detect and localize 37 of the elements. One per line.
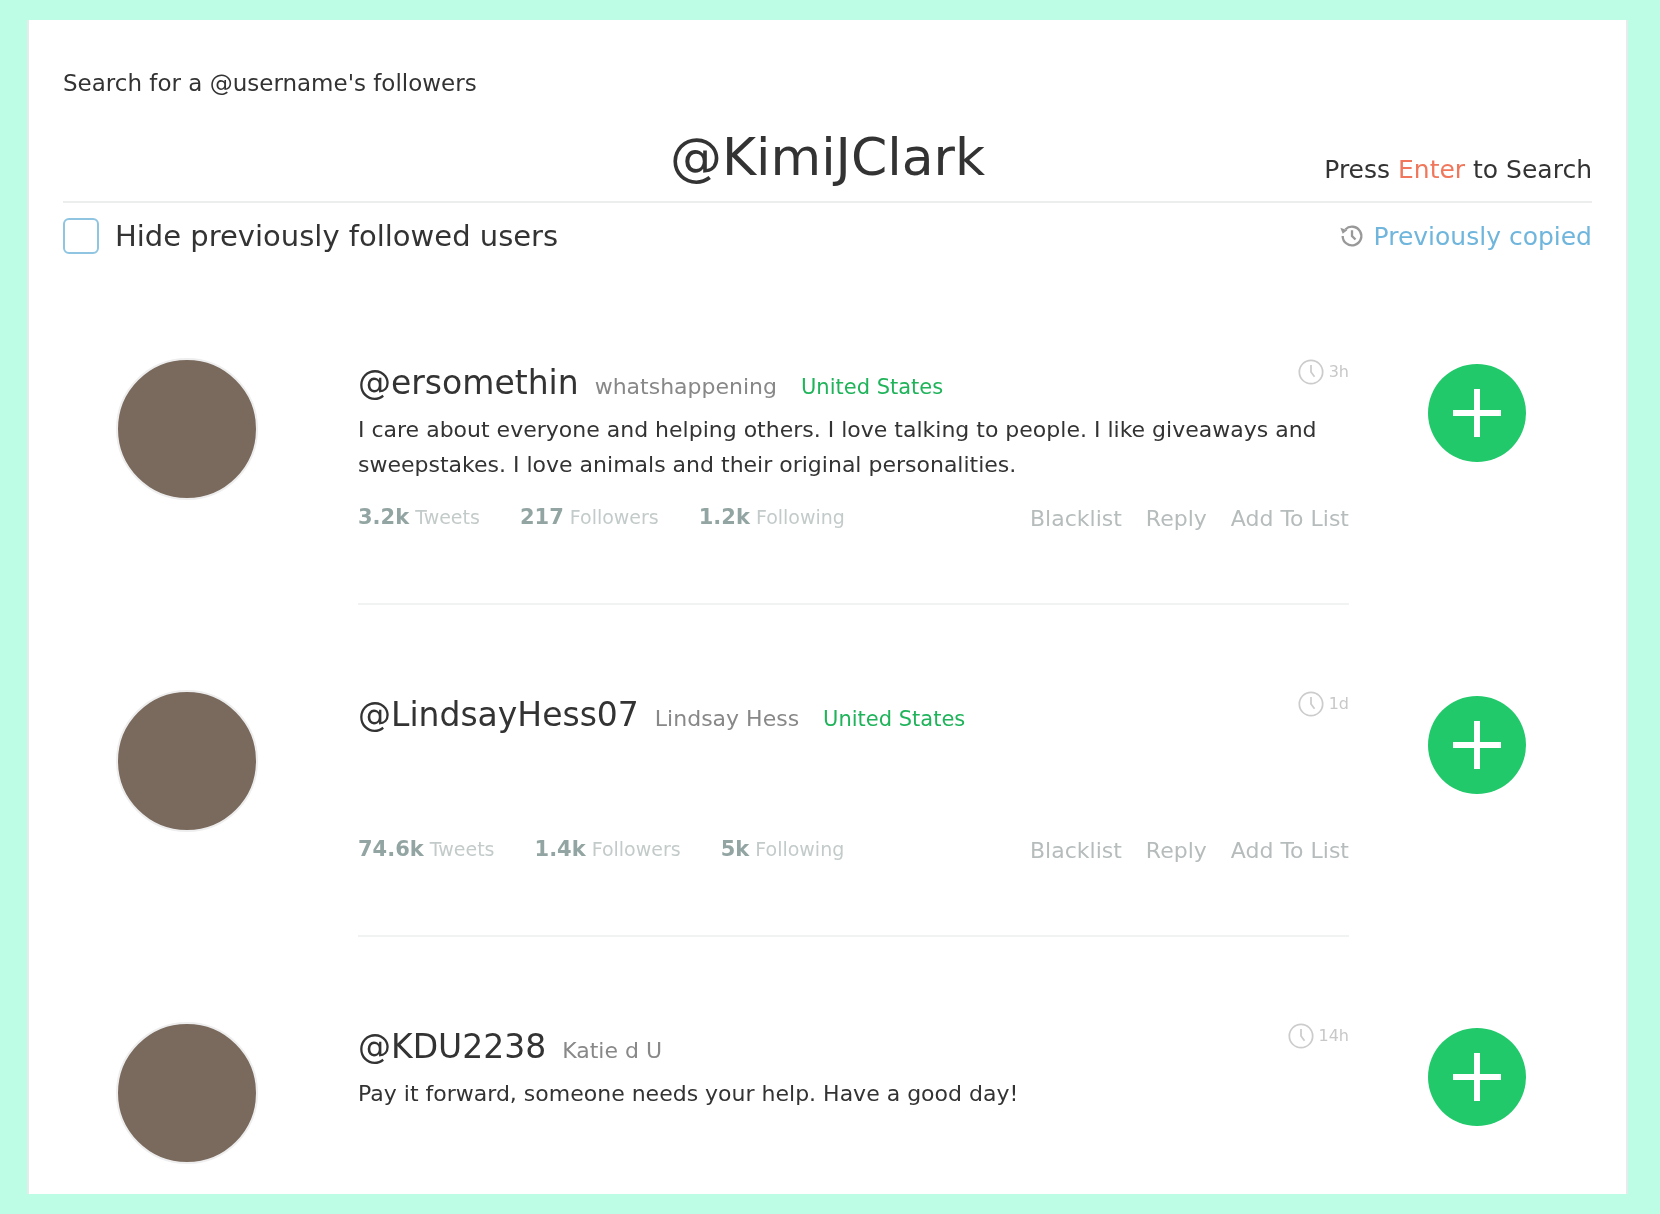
display-name: Katie d U (562, 1037, 663, 1065)
clock-icon (1296, 358, 1325, 386)
username-search-field[interactable]: @KimiJClark (527, 130, 1128, 197)
search-label: Search for a @username's followers (63, 69, 478, 98)
stat-value: 217 (519, 504, 564, 532)
location-label: United States (801, 374, 944, 401)
stat-value: 3.2k (358, 504, 410, 532)
action-link[interactable]: Add To List (1230, 501, 1349, 535)
clock-icon (1296, 690, 1325, 718)
user-handle[interactable]: @KDU2238 (358, 1022, 547, 1072)
user-handle[interactable]: @ersomethin (358, 358, 579, 408)
action-link[interactable]: Blacklist (1030, 833, 1122, 867)
action-link[interactable]: Add To List (1230, 833, 1349, 867)
stat-value: 1.4k (534, 836, 586, 864)
action-link[interactable]: Blacklist (1030, 501, 1122, 535)
action-link[interactable]: Reply (1145, 833, 1207, 867)
user-bio: I care about everyone and helping others. I love talking to people. I like giveaways and sweepstakes. I love animals and their original personalities. (358, 415, 1318, 479)
display-name: Lindsay Hess (654, 705, 800, 733)
stat-value: 74.6k (358, 836, 424, 864)
action-link[interactable]: Reply (1145, 501, 1207, 535)
stat-value: 5k (720, 836, 750, 864)
checkbox-label: Hide previously followed users (115, 217, 559, 255)
stat-label: Tweets (429, 837, 495, 863)
checkbox[interactable] (63, 218, 99, 255)
stat-label: Followers (591, 837, 681, 863)
search-hint: Press Enter to Search (1324, 154, 1592, 186)
stat-label: Following (755, 837, 845, 863)
stat-label: Followers (569, 505, 659, 531)
stat-value: 1.2k (698, 504, 750, 532)
user-bio: Pay it forward, someone needs your help. Have a good day! (358, 1079, 1020, 1108)
previously-copied-link[interactable]: Previously copied (1373, 217, 1592, 255)
stat-label: Following (755, 505, 845, 531)
clock-icon (1286, 1022, 1315, 1050)
stat-label: Tweets (415, 505, 480, 531)
user-handle[interactable]: @LindsayHess07 (358, 690, 639, 740)
display-name: whatshappening (594, 373, 777, 401)
location-label: United States (823, 706, 966, 733)
